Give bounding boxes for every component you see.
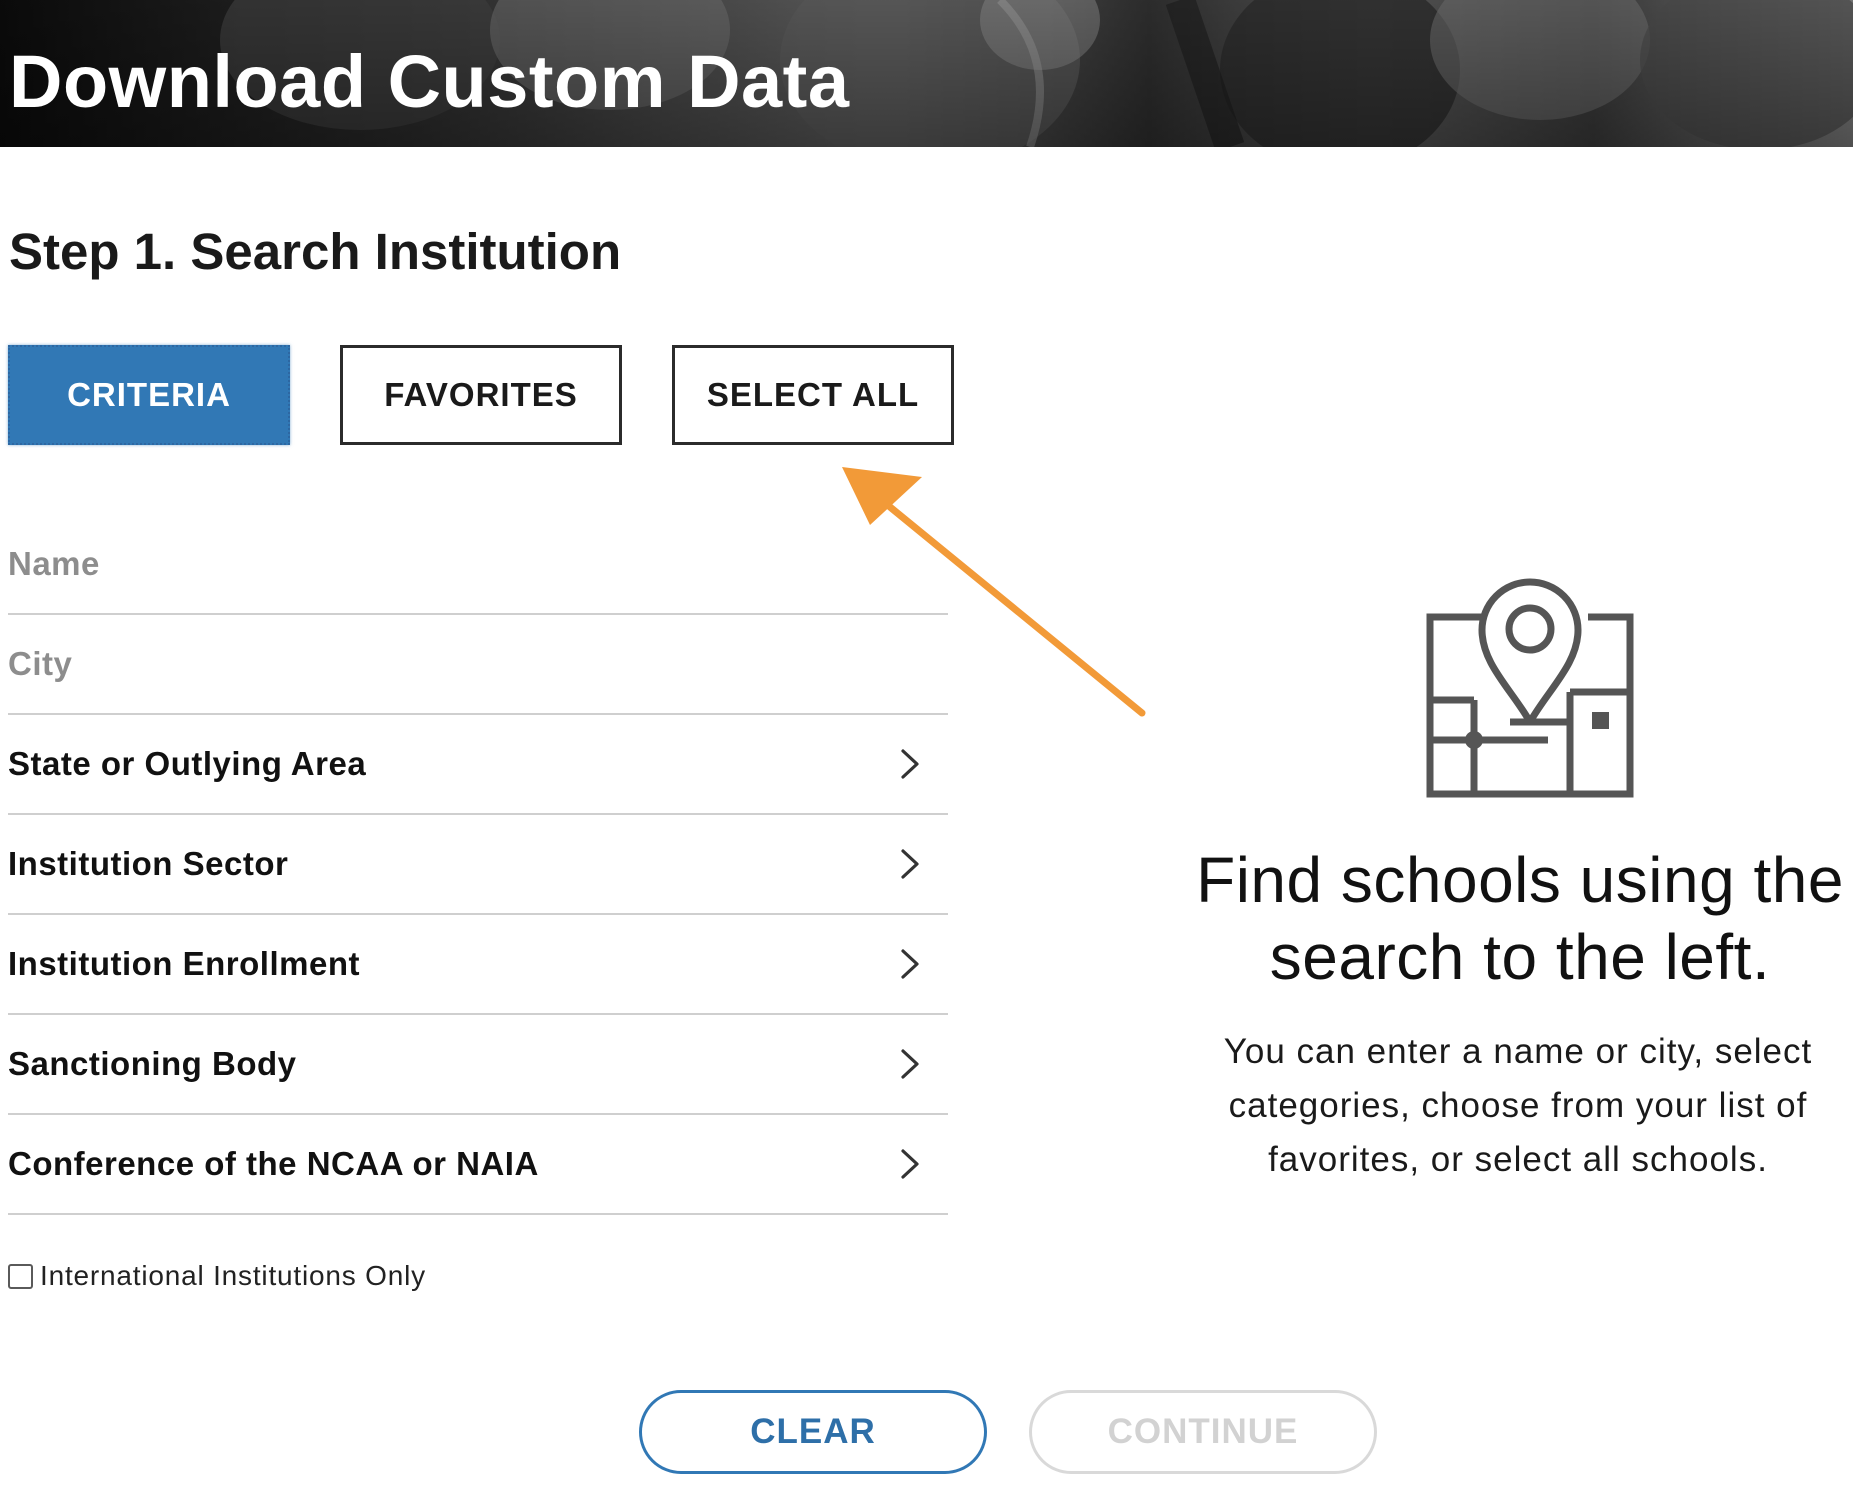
criteria-row-enrollment[interactable]: Institution Enrollment bbox=[8, 915, 948, 1015]
page-title: Download Custom Data bbox=[9, 40, 850, 123]
criteria-row-conference[interactable]: Conference of the NCAA or NAIA bbox=[8, 1115, 948, 1215]
criteria-row-state[interactable]: State or Outlying Area bbox=[8, 715, 948, 815]
international-only-checkbox[interactable] bbox=[8, 1263, 33, 1289]
name-input[interactable] bbox=[8, 515, 948, 613]
step-heading: Step 1. Search Institution bbox=[9, 223, 622, 280]
map-pin-icon bbox=[1426, 578, 1634, 798]
international-only-checkbox-row[interactable]: International Institutions Only bbox=[8, 1260, 426, 1292]
criteria-row-label: Institution Enrollment bbox=[8, 945, 360, 982]
clear-button[interactable]: CLEAR bbox=[639, 1390, 987, 1474]
criteria-row-label: Conference of the NCAA or NAIA bbox=[8, 1145, 539, 1182]
name-field-row bbox=[8, 515, 948, 615]
criteria-row-sector[interactable]: Institution Sector bbox=[8, 815, 948, 915]
chevron-right-icon bbox=[901, 1049, 919, 1079]
tab-favorites[interactable]: FAVORITES bbox=[340, 345, 622, 445]
city-input[interactable] bbox=[8, 615, 948, 713]
hint-body: You can enter a name or city, select cat… bbox=[1223, 1032, 1813, 1179]
criteria-row-label: Sanctioning Body bbox=[8, 1045, 297, 1082]
chevron-right-icon bbox=[901, 849, 919, 879]
criteria-panel: State or Outlying Area Institution Secto… bbox=[8, 515, 948, 1215]
header-banner: Download Custom Data bbox=[0, 0, 1853, 147]
criteria-row-label: State or Outlying Area bbox=[8, 745, 367, 782]
tab-criteria[interactable]: CRITERIA bbox=[8, 345, 290, 445]
chevron-right-icon bbox=[901, 949, 919, 979]
criteria-row-label: Institution Sector bbox=[8, 845, 289, 882]
continue-button[interactable]: CONTINUE bbox=[1029, 1390, 1377, 1474]
criteria-row-sanctioning-body[interactable]: Sanctioning Body bbox=[8, 1015, 948, 1115]
hint-title: Find schools using the search to the lef… bbox=[1196, 844, 1844, 993]
city-field-row bbox=[8, 615, 948, 715]
international-only-label: International Institutions Only bbox=[40, 1260, 426, 1291]
chevron-right-icon bbox=[901, 1149, 919, 1179]
chevron-right-icon bbox=[901, 749, 919, 779]
tab-select-all[interactable]: SELECT ALL bbox=[672, 345, 954, 445]
